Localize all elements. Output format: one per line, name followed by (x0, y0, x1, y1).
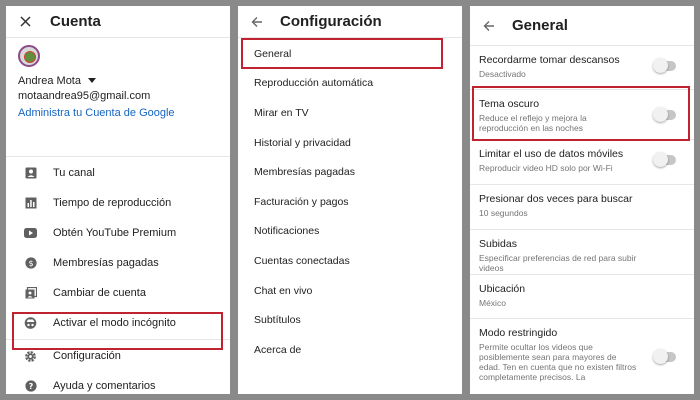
settings-item-watch-on-tv[interactable]: Mirar en TV (238, 98, 462, 128)
caret-down-icon (87, 78, 96, 83)
menu-item-help[interactable]: ? Ayuda y comentarios (6, 371, 230, 394)
settings-item-history-privacy[interactable]: Historial y privacidad (238, 128, 462, 158)
divider (6, 339, 230, 340)
svg-text:?: ? (28, 382, 33, 391)
settings-item-captions[interactable]: Subtítulos (238, 305, 462, 335)
menu-item-switch-account[interactable]: Cambiar de cuenta (6, 278, 230, 308)
dark-theme-toggle[interactable] (653, 107, 676, 122)
setting-double-tap-seek[interactable]: Presionar dos veces para buscar 10 segun… (470, 185, 694, 230)
account-header: Cuenta (6, 6, 230, 38)
toggle-knob (653, 58, 668, 73)
toggle-knob (653, 349, 668, 364)
restricted-mode-toggle[interactable] (653, 349, 676, 364)
account-panel: Cuenta Andrea Mota motaandrea95@gmail.co… (6, 6, 230, 394)
settings-item-general[interactable]: General (238, 39, 462, 69)
settings-menu: General Reproducción automática Mirar en… (238, 38, 462, 365)
setting-uploads[interactable]: Subidas Especificar preferencias de red … (470, 230, 694, 275)
settings-item-paid-memberships[interactable]: Membresías pagadas (238, 157, 462, 187)
switch-account-icon (24, 287, 37, 300)
dollar-icon: $ (24, 257, 37, 270)
account-menu: Tu canal Tiempo de reproducción Obtén Yo… (6, 158, 230, 394)
menu-item-watch-time[interactable]: Tiempo de reproducción (6, 188, 230, 218)
manage-account-link[interactable]: Administra tu Cuenta de Google (18, 105, 218, 122)
menu-item-paid-memberships[interactable]: $ Membresías pagadas (6, 248, 230, 278)
account-switcher[interactable]: Andrea Mota (18, 73, 218, 88)
play-icon (24, 227, 37, 240)
menu-item-settings[interactable]: Configuración (6, 341, 230, 371)
account-info: Andrea Mota motaandrea95@gmail.com Admin… (6, 38, 230, 158)
account-name: Andrea Mota (18, 74, 81, 87)
back-arrow-icon[interactable] (250, 15, 264, 29)
setting-restricted-mode[interactable]: Modo restringido Permite ocultar los vid… (470, 319, 694, 394)
settings-item-notifications[interactable]: Notificaciones (238, 217, 462, 247)
setting-limit-mobile-data[interactable]: Limitar el uso de datos móviles Reproduc… (470, 140, 694, 185)
settings-item-connected-accounts[interactable]: Cuentas conectadas (238, 246, 462, 276)
avatar[interactable] (18, 45, 40, 67)
svg-text:$: $ (28, 259, 33, 268)
setting-take-a-break[interactable]: Recordarme tomar descansos Desactivado (470, 46, 694, 90)
settings-item-autoplay[interactable]: Reproducción automática (238, 69, 462, 99)
take-a-break-toggle[interactable] (653, 58, 676, 73)
person-icon (24, 167, 37, 180)
general-panel: General Recordarme tomar descansos Desac… (470, 6, 694, 394)
settings-item-live-chat[interactable]: Chat en vivo (238, 276, 462, 306)
close-icon[interactable] (18, 15, 32, 29)
bar-chart-icon (24, 197, 37, 210)
help-icon: ? (24, 380, 37, 393)
menu-item-premium[interactable]: Obtén YouTube Premium (6, 218, 230, 248)
incognito-icon (24, 317, 37, 330)
menu-item-your-channel[interactable]: Tu canal (6, 158, 230, 188)
settings-item-about[interactable]: Acerca de (238, 335, 462, 365)
menu-item-incognito[interactable]: Activar el modo incógnito (6, 308, 230, 338)
setting-location[interactable]: Ubicación México (470, 275, 694, 319)
account-email: motaandrea95@gmail.com (18, 90, 151, 102)
page-title: General (512, 17, 568, 34)
setting-dark-theme[interactable]: Tema oscuro Reduce el reflejo y mejora l… (470, 90, 694, 140)
page-title: Configuración (280, 13, 382, 30)
settings-header: Configuración (238, 6, 462, 38)
toggle-knob (653, 152, 668, 167)
limit-mobile-data-toggle[interactable] (653, 152, 676, 167)
page-title: Cuenta (50, 13, 101, 30)
gear-icon (24, 350, 37, 363)
back-arrow-icon[interactable] (482, 19, 496, 33)
divider (6, 156, 230, 157)
toggle-knob (653, 107, 668, 122)
general-header: General (470, 6, 694, 46)
settings-panel: Configuración General Reproducción autom… (238, 6, 462, 394)
settings-item-billing[interactable]: Facturación y pagos (238, 187, 462, 217)
